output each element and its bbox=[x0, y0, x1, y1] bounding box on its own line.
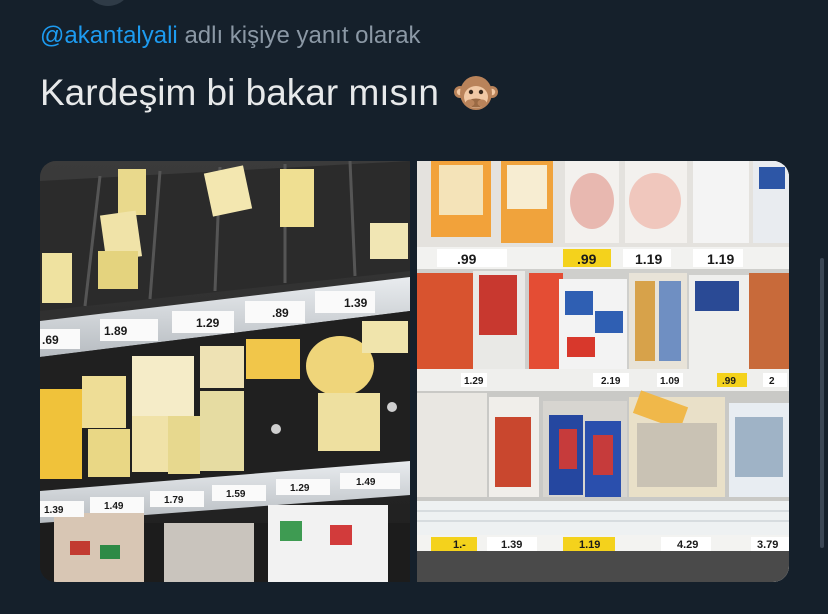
price-tag: .99 bbox=[457, 251, 477, 267]
price-tag: 3.79 bbox=[757, 539, 778, 551]
price-tag: .89 bbox=[272, 306, 289, 320]
photo-deli-shelf[interactable]: .99 .99 1.19 1.19 1.29 2.19 1.09 .99 2 1… bbox=[417, 161, 789, 582]
tweet-text: Kardeşim bi bakar mısın bbox=[40, 70, 499, 116]
price-tag: .99 bbox=[722, 376, 736, 387]
price-tag: 1.- bbox=[453, 539, 466, 551]
price-tag: 1.39 bbox=[44, 505, 64, 516]
price-tag: 2.19 bbox=[601, 376, 621, 387]
price-tag: 1.89 bbox=[104, 324, 128, 338]
price-tag: 1.49 bbox=[104, 501, 124, 512]
reply-context: @akantalyali adlı kişiye yanıt olarak bbox=[40, 22, 421, 50]
price-tag: 1.19 bbox=[579, 539, 600, 551]
price-tag: 1.19 bbox=[707, 251, 734, 267]
price-tag: .99 bbox=[577, 251, 597, 267]
price-tag: 1.29 bbox=[196, 316, 220, 330]
price-tag: 1.49 bbox=[356, 477, 376, 488]
price-tag: .69 bbox=[42, 333, 59, 347]
price-tag: 1.59 bbox=[226, 489, 246, 500]
price-tag: 1.29 bbox=[464, 376, 484, 387]
avatar[interactable] bbox=[84, 0, 132, 6]
tweet-text-content: Kardeşim bi bakar mısın bbox=[40, 72, 439, 113]
price-tag: 1.29 bbox=[290, 483, 310, 494]
price-tag: 1.39 bbox=[344, 296, 368, 310]
speak-no-evil-monkey-icon bbox=[453, 70, 499, 116]
scrollbar[interactable] bbox=[820, 258, 824, 548]
price-tag: 1.09 bbox=[660, 376, 680, 387]
price-tag: 1.79 bbox=[164, 495, 184, 506]
price-tag: 1.39 bbox=[501, 539, 522, 551]
photo-cheese-shelf[interactable]: .69 1.89 1.29 .89 1.39 1.39 1.49 1.79 1.… bbox=[40, 161, 410, 582]
reply-mention-link[interactable]: @akantalyali bbox=[40, 22, 178, 49]
price-tag: 1.19 bbox=[635, 251, 662, 267]
media-grid: .69 1.89 1.29 .89 1.39 1.39 1.49 1.79 1.… bbox=[40, 161, 789, 582]
reply-context-label: adlı kişiye yanıt olarak bbox=[184, 22, 421, 49]
price-tag: 2 bbox=[769, 376, 775, 387]
price-tag: 4.29 bbox=[677, 539, 698, 551]
